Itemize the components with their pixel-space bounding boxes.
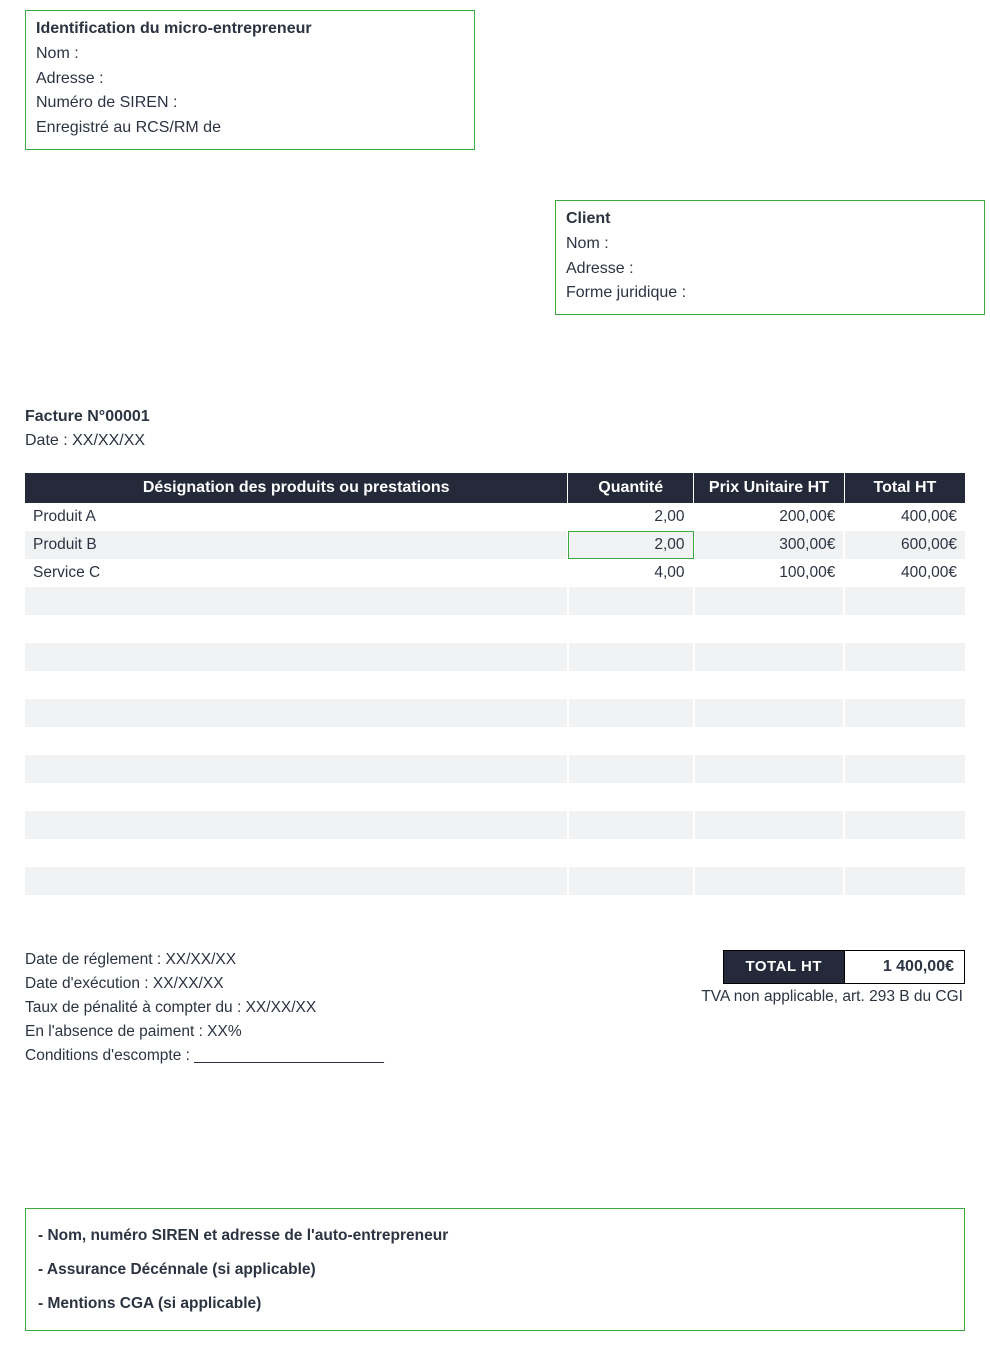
cell-unit-price[interactable]: 100,00€	[694, 559, 845, 587]
gap-cell	[694, 671, 845, 699]
empty-cell[interactable]	[694, 699, 845, 727]
gap-cell	[694, 839, 845, 867]
cell-quantity[interactable]: 2,00	[568, 503, 694, 531]
gap-cell	[844, 783, 965, 811]
empty-cell[interactable]	[25, 587, 568, 615]
entrepreneur-address-label: Adresse :	[36, 67, 464, 92]
table-row	[25, 587, 965, 615]
cell-unit-price[interactable]: 300,00€	[694, 531, 845, 559]
table-gap	[25, 839, 965, 867]
items-table: Désignation des produits ou prestations …	[25, 473, 965, 895]
gap-cell	[844, 839, 965, 867]
total-value: 1 400,00€	[845, 950, 965, 984]
col-designation: Désignation des produits ou prestations	[25, 473, 568, 503]
invoice-number: Facture N°00001	[25, 405, 965, 429]
footer-line-2: - Assurance Décénnale (si applicable)	[38, 1253, 952, 1287]
client-name-label: Nom :	[566, 232, 974, 257]
total-label: TOTAL HT	[723, 950, 846, 984]
table-row: Produit B2,00300,00€600,00€	[25, 531, 965, 559]
empty-cell[interactable]	[25, 811, 568, 839]
cell-total[interactable]: 600,00€	[844, 531, 965, 559]
no-payment: En l'absence de paiment : XX%	[25, 1020, 965, 1044]
empty-cell[interactable]	[844, 867, 965, 895]
client-box: Client Nom : Adresse : Forme juridique :	[555, 200, 985, 315]
empty-cell[interactable]	[25, 699, 568, 727]
col-total: Total HT	[844, 473, 965, 503]
gap-cell	[694, 727, 845, 755]
empty-cell[interactable]	[844, 699, 965, 727]
gap-cell	[844, 615, 965, 643]
empty-cell[interactable]	[844, 755, 965, 783]
gap-cell	[568, 783, 694, 811]
cell-designation[interactable]: Produit B	[25, 531, 568, 559]
cell-total[interactable]: 400,00€	[844, 559, 965, 587]
table-row	[25, 643, 965, 671]
table-row	[25, 699, 965, 727]
col-unit-price: Prix Unitaire HT	[694, 473, 845, 503]
table-row: Produit A2,00200,00€400,00€	[25, 503, 965, 531]
empty-cell[interactable]	[844, 811, 965, 839]
gap-cell	[568, 839, 694, 867]
gap-cell	[694, 615, 845, 643]
gap-cell	[25, 615, 568, 643]
cell-quantity[interactable]: 2,00	[568, 531, 694, 559]
empty-cell[interactable]	[25, 867, 568, 895]
empty-cell[interactable]	[844, 643, 965, 671]
gap-cell	[25, 671, 568, 699]
entrepreneur-name-label: Nom :	[36, 42, 464, 67]
empty-cell[interactable]	[568, 867, 694, 895]
cell-total[interactable]: 400,00€	[844, 503, 965, 531]
table-gap	[25, 727, 965, 755]
gap-cell	[694, 783, 845, 811]
empty-cell[interactable]	[25, 755, 568, 783]
table-row	[25, 811, 965, 839]
empty-cell[interactable]	[694, 643, 845, 671]
table-row: Service C4,00100,00€400,00€	[25, 559, 965, 587]
client-legal-form-label: Forme juridique :	[566, 281, 974, 306]
empty-cell[interactable]	[568, 811, 694, 839]
entrepreneur-registered-label: Enregistré au RCS/RM de	[36, 116, 464, 141]
footer-box: - Nom, numéro SIREN et adresse de l'auto…	[25, 1208, 965, 1330]
cell-designation[interactable]: Produit A	[25, 503, 568, 531]
empty-cell[interactable]	[568, 755, 694, 783]
table-row	[25, 867, 965, 895]
table-gap	[25, 615, 965, 643]
empty-cell[interactable]	[694, 587, 845, 615]
cell-designation[interactable]: Service C	[25, 559, 568, 587]
table-gap	[25, 671, 965, 699]
gap-cell	[568, 727, 694, 755]
empty-cell[interactable]	[568, 699, 694, 727]
footer-line-3: - Mentions CGA (si applicable)	[38, 1287, 952, 1321]
invoice-date: Date : XX/XX/XX	[25, 429, 965, 453]
empty-cell[interactable]	[568, 643, 694, 671]
empty-cell[interactable]	[25, 643, 568, 671]
entrepreneur-box: Identification du micro-entrepreneur Nom…	[25, 10, 475, 150]
cell-quantity[interactable]: 4,00	[568, 559, 694, 587]
gap-cell	[25, 839, 568, 867]
invoice-header: Facture N°00001 Date : XX/XX/XX	[25, 405, 965, 453]
empty-cell[interactable]	[694, 811, 845, 839]
discount-conditions: Conditions d'escompte : ________________…	[25, 1044, 965, 1068]
gap-cell	[568, 615, 694, 643]
footer-line-1: - Nom, numéro SIREN et adresse de l'auto…	[38, 1219, 952, 1253]
table-header-row: Désignation des produits ou prestations …	[25, 473, 965, 503]
client-address-label: Adresse :	[566, 257, 974, 282]
client-title: Client	[566, 207, 974, 232]
gap-cell	[568, 671, 694, 699]
table-row	[25, 755, 965, 783]
empty-cell[interactable]	[844, 587, 965, 615]
table-gap	[25, 783, 965, 811]
gap-cell	[25, 727, 568, 755]
col-quantity: Quantité	[568, 473, 694, 503]
gap-cell	[844, 671, 965, 699]
gap-cell	[844, 727, 965, 755]
entrepreneur-siren-label: Numéro de SIREN :	[36, 91, 464, 116]
empty-cell[interactable]	[694, 755, 845, 783]
entrepreneur-title: Identification du micro-entrepreneur	[36, 17, 464, 42]
empty-cell[interactable]	[694, 867, 845, 895]
cell-unit-price[interactable]: 200,00€	[694, 503, 845, 531]
gap-cell	[25, 783, 568, 811]
empty-cell[interactable]	[568, 587, 694, 615]
